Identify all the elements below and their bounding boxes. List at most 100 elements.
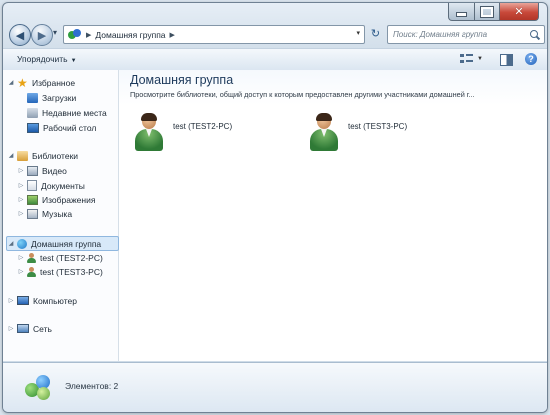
organize-label: Упорядочить (17, 54, 68, 64)
organize-dropdown-icon: ▼ (70, 58, 77, 64)
sidebar-item-pictures[interactable]: ▷ Изображения (17, 193, 95, 206)
pictures-library-icon (27, 194, 38, 205)
sidebar-item-label: Недавние места (42, 107, 107, 118)
user-icon (27, 252, 36, 263)
network-icon (17, 324, 29, 333)
refresh-button[interactable]: ↻ (367, 25, 384, 42)
homegroup-icon (17, 238, 27, 249)
downloads-folder-icon (27, 92, 38, 103)
caption-buttons: ✕ (448, 3, 539, 21)
homegroup-member-test3-pc[interactable]: test (TEST3-PC) (310, 113, 408, 152)
sidebar-item-label: Загрузки (42, 92, 77, 103)
expand-arrow-icon[interactable]: ▷ (17, 254, 25, 261)
sidebar-item-video[interactable]: ▷ Видео (17, 164, 67, 177)
expand-arrow-icon[interactable]: ▷ (17, 182, 25, 189)
breadcrumb-separator-icon[interactable]: ▶ (86, 31, 91, 39)
sidebar-item-test3-pc[interactable]: ▷ test (TEST3-PC) (17, 265, 103, 278)
sidebar-item-computer[interactable]: ▷ Компьютер (7, 294, 77, 307)
breadcrumb-chevron-icon[interactable]: ▶ (170, 31, 175, 39)
content-pane: Домашняя группа Просмотрите библиотеки, … (119, 70, 547, 361)
explorer-window: ✕ ◀ ▶ ▾ ▶ Домашняя группа ▶ ▾ ↻ Упорядоч… (2, 2, 548, 413)
documents-library-icon (27, 180, 37, 191)
help-icon[interactable]: ? (525, 53, 537, 65)
views-dropdown-icon: ▼ (477, 56, 483, 62)
address-bar[interactable]: ▶ Домашняя группа ▶ ▾ (63, 25, 365, 44)
expand-arrow-icon[interactable]: ▷ (17, 210, 25, 217)
sidebar-item-downloads[interactable]: Загрузки (27, 91, 76, 104)
homegroup-large-icon (24, 373, 54, 401)
sidebar-item-favorites[interactable]: ◢ ★ Избранное (7, 76, 75, 89)
sidebar-item-label: Сеть (33, 323, 52, 334)
libraries-icon (17, 150, 28, 161)
homegroup-member-test2-pc[interactable]: test (TEST2-PC) (135, 113, 233, 152)
page-subtitle: Просмотрите библиотеки, общий доступ к к… (130, 90, 475, 99)
navigation-bar: ◀ ▶ ▾ ▶ Домашняя группа ▶ ▾ ↻ (7, 23, 545, 47)
sidebar-item-label: Рабочий стол (43, 122, 97, 133)
sidebar-item-recent-places[interactable]: Недавние места (27, 106, 107, 119)
user-avatar-icon (135, 113, 165, 152)
change-view-button[interactable]: ▼ (460, 53, 483, 65)
search-icon[interactable] (530, 29, 540, 40)
user-avatar-icon (310, 113, 340, 152)
sidebar-item-label: Изображения (42, 194, 96, 205)
collapse-arrow-icon[interactable]: ◢ (7, 240, 15, 247)
sidebar-item-network[interactable]: ▷ Сеть (7, 322, 52, 335)
expand-arrow-icon[interactable]: ▷ (17, 268, 25, 275)
refresh-icon: ↻ (370, 28, 381, 40)
user-icon (27, 266, 36, 277)
collapse-arrow-icon[interactable]: ◢ (7, 79, 15, 86)
expand-arrow-icon[interactable]: ▷ (17, 196, 25, 203)
close-icon: ✕ (514, 6, 524, 18)
sidebar-item-music[interactable]: ▷ Музыка (17, 207, 72, 220)
expand-arrow-icon[interactable]: ▷ (7, 297, 15, 304)
forward-button[interactable]: ▶ (31, 24, 53, 46)
maximize-icon (480, 5, 494, 18)
navigation-pane: ◢ ★ Избранное Загрузки Недавние места Ра… (3, 70, 119, 361)
member-label: test (TEST3-PC) (348, 121, 408, 131)
music-library-icon (27, 208, 38, 219)
video-library-icon (27, 165, 38, 176)
back-button[interactable]: ◀ (9, 24, 31, 46)
homegroup-icon (68, 29, 82, 40)
command-bar: Упорядочить ▼ ▼ ? (3, 48, 547, 71)
organize-button[interactable]: Упорядочить ▼ (17, 54, 77, 64)
preview-pane-icon[interactable] (500, 54, 513, 66)
recent-pages-dropdown[interactable]: ▾ (53, 28, 57, 37)
sidebar-item-label: Видео (42, 165, 67, 176)
breadcrumb-homegroup[interactable]: Домашняя группа (95, 30, 165, 40)
sidebar-item-libraries[interactable]: ◢ Библиотеки (7, 149, 78, 162)
sidebar-item-label: Домашняя группа (31, 238, 102, 249)
item-count: Элементов: 2 (65, 381, 119, 391)
recent-places-icon (27, 107, 38, 118)
sidebar-item-label: test (TEST3-PC) (40, 266, 103, 277)
address-dropdown-icon[interactable]: ▾ (356, 29, 360, 37)
page-title: Домашняя группа (130, 73, 234, 87)
maximize-button[interactable] (475, 3, 500, 21)
member-label: test (TEST2-PC) (173, 121, 233, 131)
sidebar-item-label: Компьютер (33, 295, 77, 306)
sidebar-item-desktop[interactable]: Рабочий стол (27, 121, 96, 134)
sidebar-item-label: Библиотеки (32, 150, 79, 161)
expand-arrow-icon[interactable]: ▷ (7, 325, 15, 332)
minimize-icon (456, 11, 467, 17)
sidebar-item-label: Избранное (32, 77, 76, 88)
details-pane: Элементов: 2 (3, 362, 547, 412)
star-icon: ★ (17, 75, 28, 90)
sidebar-item-documents[interactable]: ▷ Документы (17, 179, 85, 192)
sidebar-item-label: Документы (41, 180, 85, 191)
views-icon (460, 53, 474, 65)
close-button[interactable]: ✕ (500, 3, 539, 21)
content-header: Домашняя группа Просмотрите библиотеки, … (119, 70, 547, 105)
search-input[interactable] (388, 26, 530, 43)
desktop-icon (27, 122, 39, 133)
collapse-arrow-icon[interactable]: ◢ (7, 152, 15, 159)
computer-icon (17, 296, 29, 305)
search-box[interactable] (387, 25, 545, 44)
expand-arrow-icon[interactable]: ▷ (17, 167, 25, 174)
forward-arrow-icon: ▶ (37, 29, 47, 42)
minimize-button[interactable] (448, 3, 475, 21)
sidebar-item-homegroup[interactable]: ◢ Домашняя группа (6, 236, 119, 251)
back-arrow-icon: ◀ (15, 29, 25, 42)
sidebar-item-test2-pc[interactable]: ▷ test (TEST2-PC) (17, 251, 103, 264)
sidebar-item-label: Музыка (42, 208, 73, 219)
